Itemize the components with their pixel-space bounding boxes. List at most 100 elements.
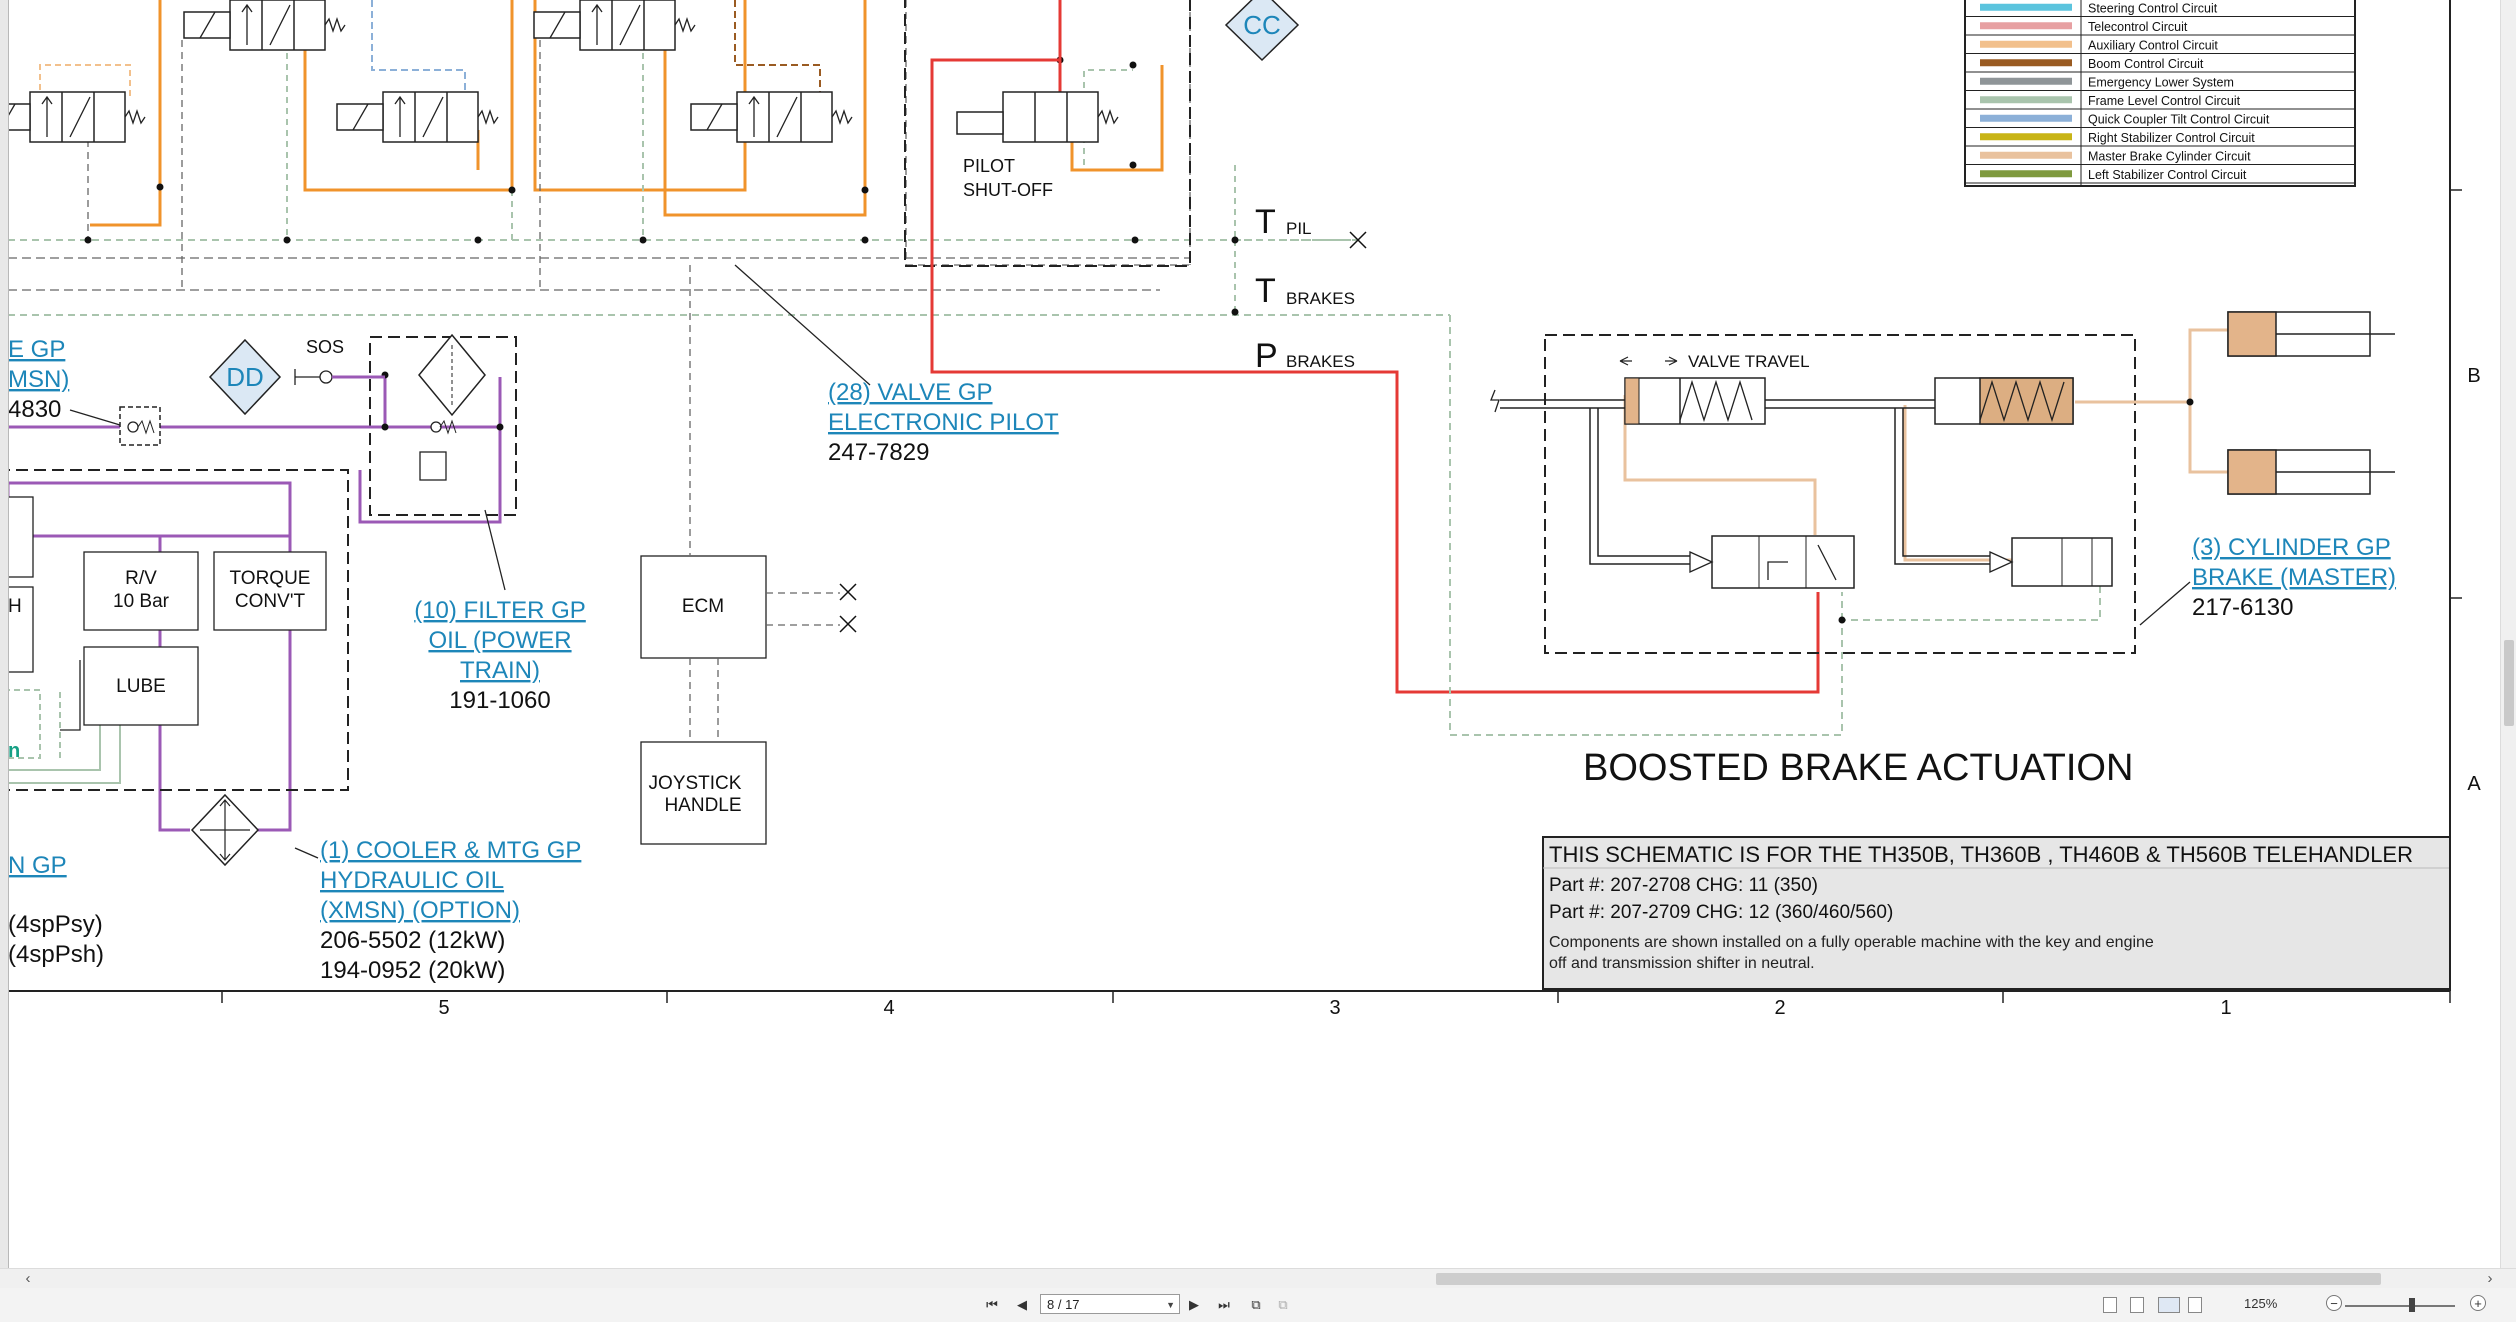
boosted-brake-title: BOOSTED BRAKE ACTUATION — [1583, 747, 2133, 789]
scroll-left-icon[interactable]: ‹ — [20, 1270, 36, 1287]
svg-text:TRAIN): TRAIN) — [460, 657, 540, 684]
svg-text:(10) FILTER GP: (10) FILTER GP — [414, 597, 586, 624]
svg-text:R/V: R/V — [125, 568, 157, 589]
page-edge — [0, 0, 9, 1268]
legend-swatch — [1980, 59, 2072, 67]
legend-swatch — [1980, 151, 2072, 159]
svg-text:(XMSN) (OPTION): (XMSN) (OPTION) — [320, 897, 520, 924]
prev-page-icon[interactable]: ◀ — [1014, 1296, 1030, 1314]
svg-text:PIL: PIL — [1286, 219, 1312, 238]
legend-label: Frame Level Control Circuit — [2088, 94, 2241, 108]
boosted-brake-circuit — [1449, 315, 2228, 736]
legend-label: Emergency Lower System — [2088, 75, 2234, 89]
callout-filter-gp: (10) FILTER GP OIL (POWER TRAIN) 191-106… — [414, 597, 586, 714]
title-block: THIS SCHEMATIC IS FOR THE TH350B, TH360B… — [1542, 836, 2451, 990]
svg-text:LUBE: LUBE — [116, 676, 166, 697]
power-train-boxes: H R/V 10 Bar TORQUE CONV'T LUBE n — [7, 496, 327, 867]
svg-text:Part #: 207-2708 CHG: 11 (350): Part #: 207-2708 CHG: 11 (350) — [1549, 875, 1818, 896]
zone-col-1: 1 — [2220, 997, 2231, 1019]
zone-col-3: 3 — [1329, 997, 1340, 1019]
svg-text:206-5502 (12kW): 206-5502 (12kW) — [320, 927, 505, 954]
callout-cylinder-gp: (3) CYLINDER GP BRAKE (MASTER) 217-6130 — [2192, 534, 2396, 621]
scroll-right-icon[interactable]: › — [2482, 1270, 2498, 1287]
two-page-view-icon[interactable] — [2158, 1297, 2180, 1313]
continuous-view-icon[interactable] — [2130, 1297, 2144, 1313]
zoom-level: 125% — [2244, 1296, 2278, 1311]
legend-swatch — [1980, 40, 2072, 48]
svg-text:4830: 4830 — [8, 396, 61, 423]
legend-swatch — [1980, 77, 2072, 85]
zoom-out-icon[interactable]: − — [2326, 1295, 2342, 1311]
svg-text:10 Bar: 10 Bar — [113, 591, 170, 612]
svg-text:HYDRAULIC OIL: HYDRAULIC OIL — [320, 867, 504, 894]
pilot-shutoff-text: PILOT SHUT-OFF — [963, 156, 1053, 200]
document-viewport[interactable]: Steering Control Circuit Telecontrol Circ… — [0, 0, 2500, 1268]
legend-swatch — [1980, 96, 2072, 104]
first-page-icon[interactable]: ⏮ — [984, 1296, 1000, 1314]
svg-text:SHUT-OFF: SHUT-OFF — [963, 180, 1053, 200]
svg-text:191-1060: 191-1060 — [449, 687, 550, 714]
chevron-down-icon: ▼ — [1166, 1300, 1175, 1310]
svg-text:ELECTRONIC PILOT: ELECTRONIC PILOT — [828, 409, 1059, 436]
cc-marker: CC — [1224, 0, 1300, 62]
last-page-icon[interactable]: ⏭ — [1216, 1296, 1232, 1314]
circuit-legend: Steering Control Circuit Telecontrol Circ… — [1964, 0, 2356, 187]
two-page-continuous-view-icon[interactable] — [2188, 1297, 2202, 1313]
zone-row-a: A — [2467, 773, 2481, 795]
rotate-view-alt-icon[interactable]: ⧉ — [1275, 1296, 1291, 1314]
svg-text:N GP: N GP — [8, 852, 67, 879]
next-page-icon[interactable]: ▶ — [1186, 1296, 1202, 1314]
svg-text:(4spPsh): (4spPsh) — [8, 941, 104, 968]
callout-cooler-gp: (1) COOLER & MTG GP HYDRAULIC OIL (XMSN)… — [320, 837, 581, 984]
legend-label: Telecontrol Circuit — [2088, 20, 2188, 34]
svg-text:BRAKES: BRAKES — [1286, 352, 1355, 371]
zoom-in-icon[interactable]: + — [2470, 1295, 2486, 1311]
svg-text:H: H — [8, 596, 22, 617]
svg-text:T: T — [1255, 203, 1276, 241]
svg-text:P: P — [1255, 337, 1278, 375]
svg-text:E GP: E GP — [8, 336, 65, 363]
zone-col-4: 4 — [883, 997, 894, 1019]
valve-travel-label: VALVE TRAVEL — [1688, 352, 1810, 371]
legend-label: Right Stabilizer Control Circuit — [2088, 131, 2255, 145]
legend-label: Left Stabilizer Control Circuit — [2088, 168, 2247, 182]
legend-swatch — [1980, 133, 2072, 141]
svg-text:PILOT: PILOT — [963, 156, 1015, 176]
svg-text:THIS SCHEMATIC IS FOR THE TH35: THIS SCHEMATIC IS FOR THE TH350B, TH360B… — [1549, 842, 2413, 867]
legend-label: Auxiliary Control Circuit — [2088, 38, 2218, 52]
svg-text:BRAKE (MASTER): BRAKE (MASTER) — [2192, 564, 2396, 591]
svg-text:BRAKES: BRAKES — [1286, 289, 1355, 308]
vertical-scrollbar[interactable] — [2500, 0, 2516, 1268]
svg-text:Part #: 207-2709 CHG: 12 (360/: Part #: 207-2709 CHG: 12 (360/460/560) — [1549, 902, 1893, 923]
filter-group: SOS — [119, 333, 504, 481]
svg-text:(28) VALVE GP: (28) VALVE GP — [828, 379, 993, 406]
page-number-value: 8 / 17 — [1047, 1297, 1080, 1312]
svg-text:JOYSTICK: JOYSTICK — [649, 773, 742, 794]
single-page-view-icon[interactable] — [2103, 1297, 2117, 1313]
vertical-scroll-thumb[interactable] — [2504, 640, 2514, 726]
zoom-slider-thumb[interactable] — [2409, 1298, 2415, 1312]
callout-valve-gp: (28) VALVE GP ELECTRONIC PILOT 247-7829 — [828, 379, 1059, 466]
svg-text:217-6130: 217-6130 — [2192, 594, 2293, 621]
svg-text:ECM: ECM — [682, 596, 724, 617]
legend-label: Boom Control Circuit — [2088, 57, 2204, 71]
svg-text:TORQUE: TORQUE — [230, 568, 311, 589]
horizontal-scrollbar[interactable]: ‹ › — [0, 1268, 2516, 1290]
svg-text:MSN): MSN) — [8, 366, 69, 393]
port-labels: T PIL T BRAKES P BRAKES — [1255, 203, 1367, 375]
cc-label: CC — [1243, 10, 1281, 40]
zone-row-b: B — [2467, 365, 2480, 387]
svg-text:off and transmission shifter i: off and transmission shifter in neutral. — [1549, 955, 1815, 972]
zoom-slider-track[interactable] — [2345, 1305, 2455, 1307]
horizontal-scroll-thumb[interactable] — [1436, 1273, 2381, 1285]
legend-swatch — [1980, 170, 2072, 178]
page-number-select[interactable]: 8 / 17 ▼ — [1040, 1294, 1180, 1314]
rotate-view-icon[interactable]: ⧉ — [1248, 1296, 1264, 1314]
hydraulic-schematic: Steering Control Circuit Telecontrol Circ… — [0, 0, 2481, 1019]
dd-marker: DD — [208, 338, 282, 416]
svg-text:Components are shown installed: Components are shown installed on a full… — [1549, 934, 2154, 951]
legend-label: Steering Control Circuit — [2088, 1, 2218, 15]
legend-swatch — [1980, 114, 2072, 122]
zone-col-5: 5 — [438, 997, 449, 1019]
legend-swatch — [1980, 22, 2072, 30]
